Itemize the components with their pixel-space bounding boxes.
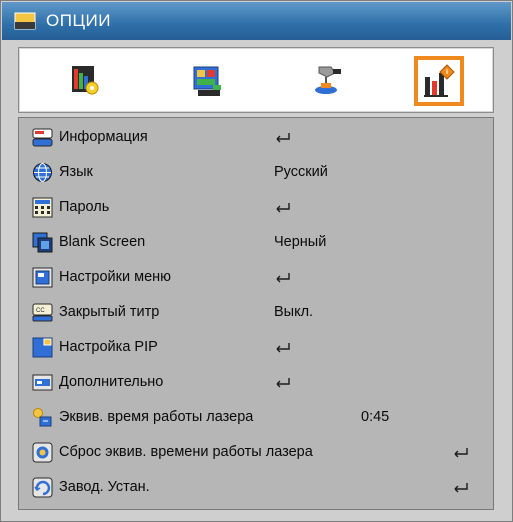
menu-item-label: Настройка PIP: [59, 339, 158, 355]
tab-picture[interactable]: [59, 56, 109, 106]
laser-hours-icon: [33, 408, 52, 427]
laser-hours-value: 0:45: [361, 409, 390, 425]
info-icon: [32, 128, 53, 147]
options-chart-icon: [424, 64, 455, 97]
tab-bar: [18, 47, 494, 113]
tab-display[interactable]: [182, 56, 232, 106]
tab-options[interactable]: [414, 56, 464, 106]
menu-item-closed-caption[interactable]: CC Закрытый титр Выкл.: [19, 295, 493, 330]
laser-reset-icon: [32, 442, 53, 463]
menu-item-laser-reset[interactable]: Сброс эквив. времени работы лазера: [19, 435, 493, 470]
factory-reset-icon: [32, 477, 53, 498]
menu-item-pip[interactable]: Настройка PIP: [19, 330, 493, 365]
closed-caption-value: Выкл.: [274, 304, 314, 320]
blank-screen-icon: [32, 232, 53, 253]
menu-item-label: Настройки меню: [59, 269, 172, 285]
menu-item-blank-screen[interactable]: Blank Screen Черный: [19, 225, 493, 260]
menu-item-information[interactable]: Информация: [19, 120, 493, 155]
language-value: Русский: [274, 164, 328, 180]
menu-item-label: Закрытый титр: [59, 304, 160, 320]
menu-item-factory-reset[interactable]: Завод. Устан.: [19, 470, 493, 505]
menu-item-menu-settings[interactable]: Настройки меню: [19, 260, 493, 295]
pip-icon: [32, 337, 53, 358]
setup-icon: [315, 66, 341, 94]
menu-item-label: Эквив. время работы лазера: [59, 409, 254, 425]
menu-item-advanced[interactable]: Дополнительно: [19, 365, 493, 400]
enter-icon: [276, 203, 290, 213]
options-menu: Информация Язык Русский Пароль Blank Scr…: [18, 117, 494, 510]
tab-setup[interactable]: [302, 56, 352, 106]
menu-item-label: Сброс эквив. времени работы лазера: [59, 444, 313, 460]
enter-icon: [276, 343, 290, 353]
enter-icon: [276, 273, 290, 283]
menu-item-label: Информация: [59, 129, 148, 145]
menu-item-label: Язык: [59, 164, 93, 180]
enter-icon: [454, 448, 468, 458]
menu-item-label: Blank Screen: [59, 234, 146, 250]
enter-icon: [454, 483, 468, 493]
menu-item-label: Дополнительно: [59, 374, 164, 390]
window-title: ОПЦИИ: [46, 11, 111, 30]
menu-settings-icon: [32, 267, 53, 288]
language-globe-icon: [33, 163, 52, 182]
menu-folder-icon: [14, 12, 36, 30]
picture-settings-icon: [72, 66, 99, 95]
svg-text:CC: CC: [36, 308, 45, 314]
menu-item-label: Пароль: [59, 199, 110, 215]
menu-item-language[interactable]: Язык Русский: [19, 155, 493, 190]
osd-window: ОПЦИИ Информация Язык Русский Пароль Bla…: [0, 0, 513, 522]
display-settings-icon: [193, 66, 221, 96]
menu-item-label: Завод. Устан.: [59, 479, 150, 495]
enter-icon: [276, 133, 290, 143]
title-bar: ОПЦИИ: [2, 2, 511, 40]
closed-caption-icon: CC: [32, 303, 53, 322]
password-keypad-icon: [32, 197, 53, 218]
enter-icon: [276, 378, 290, 388]
menu-item-password[interactable]: Пароль: [19, 190, 493, 225]
advanced-icon: [32, 374, 53, 391]
blank-screen-value: Черный: [274, 234, 327, 250]
menu-item-laser-hours: Эквив. время работы лазера 0:45: [19, 400, 493, 435]
